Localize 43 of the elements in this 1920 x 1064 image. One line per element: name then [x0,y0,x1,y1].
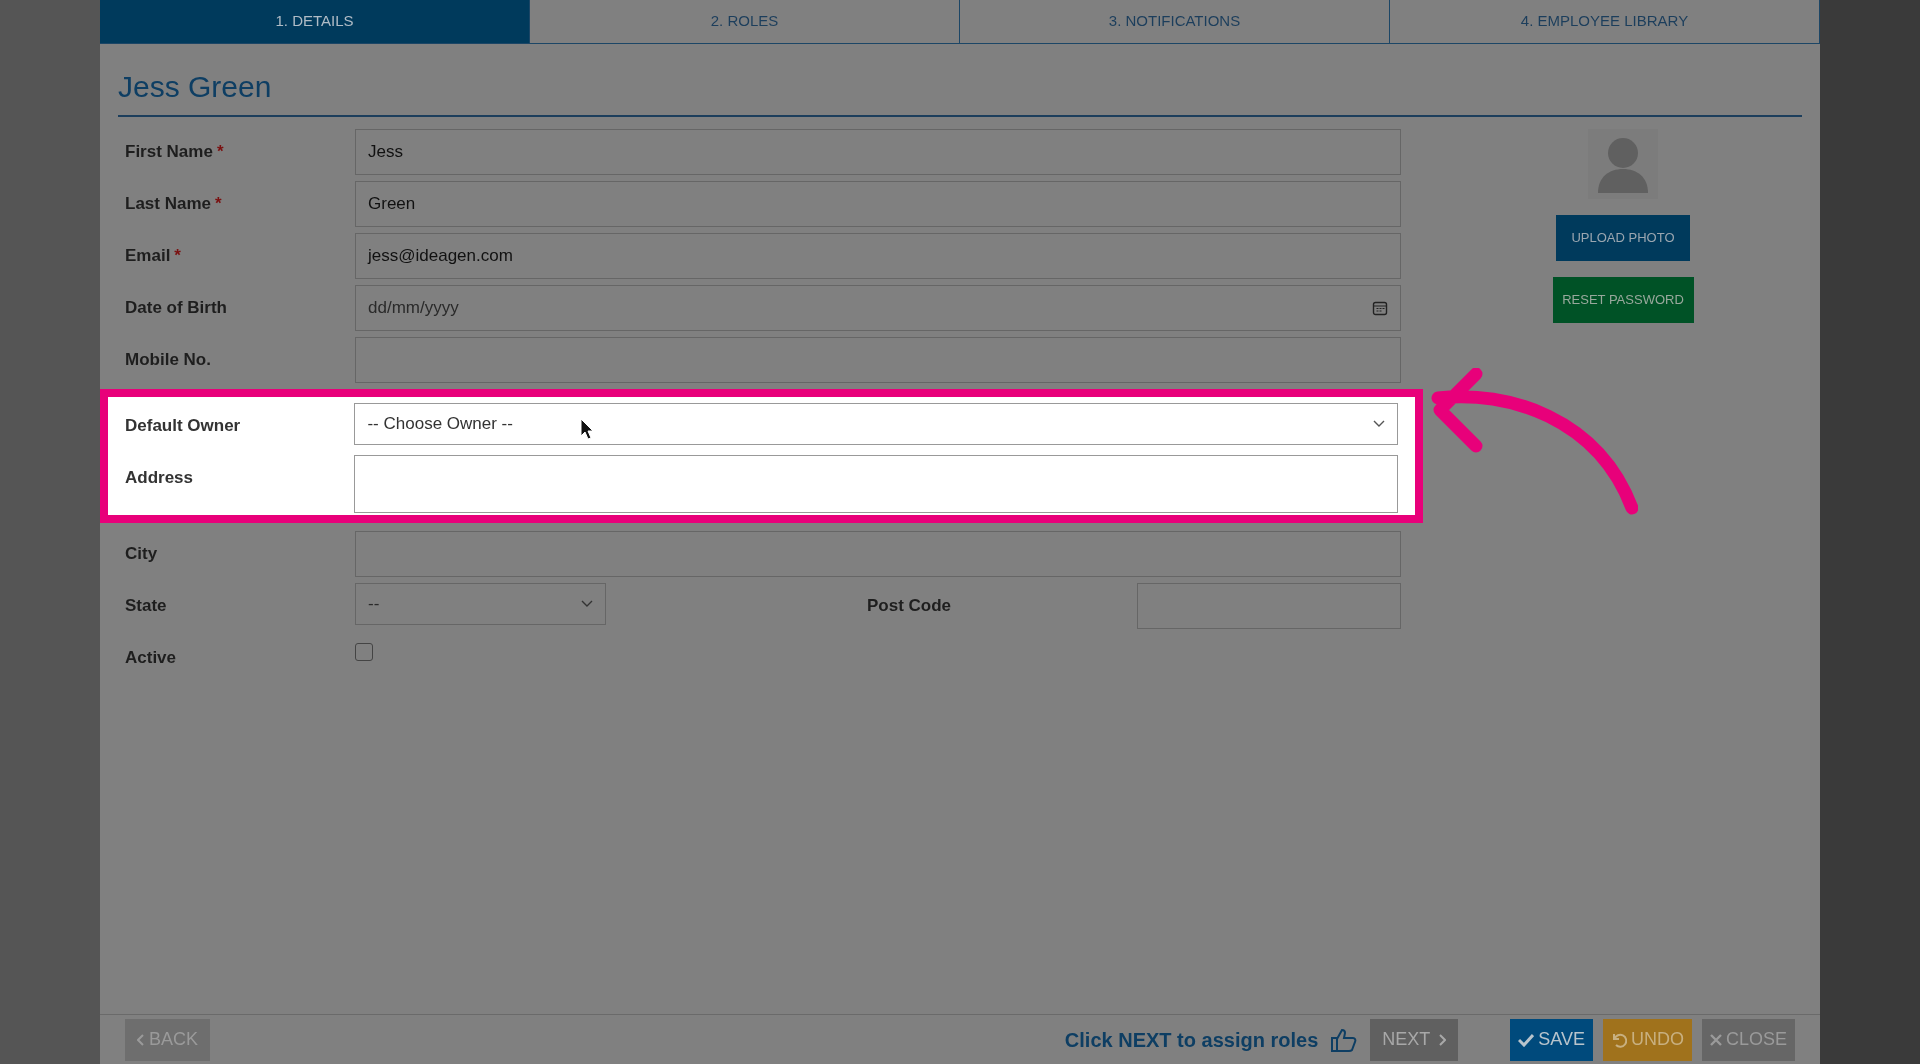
required-asterisk: * [216,141,224,163]
chevron-left-icon [137,1033,145,1046]
state-dropdown[interactable]: -- [355,583,606,625]
field-label: Last Name [125,193,211,215]
text-field[interactable]: Jess [355,129,1401,175]
mouse-cursor-icon [580,418,594,440]
post-code-field[interactable] [1137,583,1401,629]
undo-button[interactable]: UNDO [1602,1018,1692,1061]
address-textarea[interactable] [354,455,1398,513]
required-asterisk: * [215,193,222,215]
save-button[interactable]: SAVE [1510,1018,1593,1061]
field-label: Address [125,467,194,489]
check-icon [1518,1032,1535,1047]
upload-photo-button[interactable]: UPLOAD PHOTO [1556,215,1690,261]
calendar-icon[interactable] [1372,300,1388,316]
text-field[interactable]: jess@ideagen.com [355,233,1401,279]
owner-dropdown[interactable]: -- Choose Owner -- [354,403,1398,445]
close-icon [1709,1033,1722,1046]
field-label: State [125,595,168,617]
required-asterisk: * [174,245,181,267]
field-label: Mobile No. [125,349,211,371]
page-title: Jess Green [118,64,1802,117]
thumbs-up-icon [1330,1026,1359,1053]
field-label: Active [125,647,178,669]
undo-icon [1610,1031,1627,1048]
date-field[interactable]: dd/mm/yyyy [355,285,1401,331]
field-label: Default Owner [125,415,241,437]
text-field[interactable]: Green [355,181,1401,227]
field-label: City [125,543,158,565]
chevron-down-icon [1373,420,1385,428]
next-hint: Click NEXT to assign roles [1064,1027,1319,1053]
next-button[interactable]: NEXT [1370,1018,1459,1061]
field-label: First Name [125,141,213,163]
active-checkbox[interactable] [355,643,373,661]
field-label: Email [125,245,171,267]
tab[interactable]: 1. DETAILS [100,0,530,43]
field-label: Date of Birth [125,297,227,319]
chevron-right-icon [1438,1033,1447,1046]
text-field[interactable] [355,337,1401,383]
field-label: Post Code [867,595,953,617]
reset-password-button[interactable]: RESET PASSWORD [1552,277,1694,323]
chevron-down-icon [581,600,593,608]
text-field[interactable] [355,531,1401,577]
